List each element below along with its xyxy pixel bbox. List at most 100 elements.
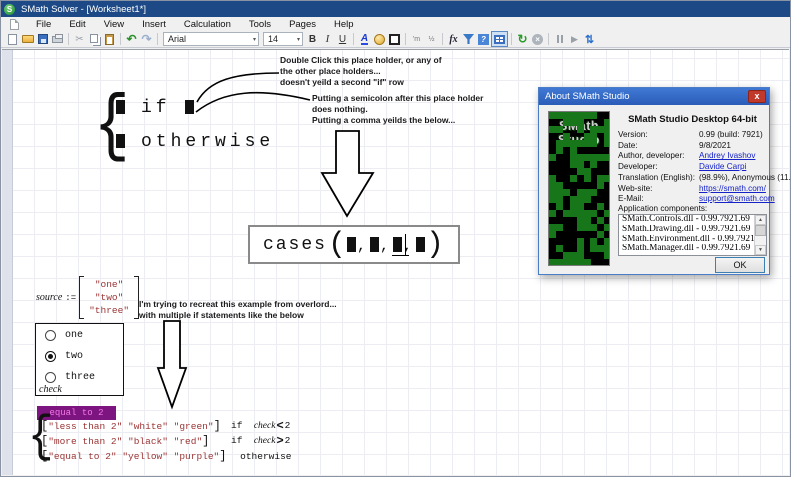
- menu-calculation[interactable]: Calculation: [175, 19, 240, 30]
- menu-view[interactable]: View: [95, 19, 133, 30]
- font-size-value: 14: [268, 34, 278, 44]
- italic-button[interactable]: I: [320, 32, 335, 46]
- close-button[interactable]: x: [748, 90, 766, 103]
- cut-button[interactable]: ✂: [72, 32, 87, 46]
- scrollbar-thumb[interactable]: [755, 225, 766, 236]
- note-line: doesn't yeild a second "if" row: [280, 77, 442, 88]
- scrollbar[interactable]: ▲ ▼: [754, 215, 766, 255]
- placeholder[interactable]: [116, 100, 125, 114]
- condition: if check>2: [231, 434, 290, 448]
- filter-button[interactable]: [461, 32, 476, 46]
- font-color-button[interactable]: A: [357, 32, 372, 46]
- list-item[interactable]: SMath.Drawing.dll - 0.99.7921.69: [619, 225, 766, 235]
- string-value: "red": [174, 436, 203, 447]
- if-otherwise-expression[interactable]: { if otherwise: [98, 90, 288, 170]
- worksheet-canvas[interactable]: Double Click this place holder, or any o…: [2, 49, 789, 475]
- auto-calc-button[interactable]: ⇅: [582, 32, 597, 46]
- radio-option-two[interactable]: two: [45, 351, 83, 362]
- show-grid-toggle[interactable]: [491, 31, 508, 47]
- open-button[interactable]: [20, 32, 35, 46]
- new-button[interactable]: [5, 32, 20, 46]
- source-definition[interactable]: source := "one" "two" "three": [36, 276, 139, 319]
- recalculate-button[interactable]: ↻: [515, 32, 530, 46]
- underline-button[interactable]: U: [335, 32, 350, 46]
- scroll-up-icon[interactable]: ▲: [755, 215, 766, 225]
- radio-icon[interactable]: [45, 330, 56, 341]
- system-expression[interactable]: { ["less than 2" "white" "green"] if che…: [30, 417, 330, 467]
- placeholder[interactable]: [416, 237, 425, 252]
- string-value: "green": [174, 421, 214, 432]
- insert-function-button[interactable]: fx: [446, 32, 461, 46]
- menu-edit[interactable]: Edit: [60, 19, 94, 30]
- assistance-button[interactable]: ?: [476, 32, 491, 46]
- fraction-button[interactable]: ½: [424, 32, 439, 46]
- font-color-icon: A: [361, 34, 368, 45]
- placeholder[interactable]: [116, 134, 125, 148]
- note-line: the other place holders...: [280, 66, 442, 77]
- if-keyword: if: [231, 420, 242, 431]
- placeholder[interactable]: [370, 237, 379, 252]
- components-listbox[interactable]: SMath.Controls.dll - 0.99.7921.69 SMath.…: [618, 214, 767, 256]
- note-double-click: Double Click this place holder, or any o…: [280, 55, 442, 88]
- developer-link[interactable]: Davide Carpi: [699, 162, 746, 171]
- menu-pages[interactable]: Pages: [280, 19, 325, 30]
- menu-tools[interactable]: Tools: [240, 19, 280, 30]
- app-icon: S: [4, 4, 15, 15]
- grid-icon: [494, 35, 505, 44]
- stop-button[interactable]: ×: [530, 32, 545, 46]
- window-titlebar[interactable]: S SMath Solver - [Worksheet1*]: [1, 1, 790, 17]
- product-name: SMath Studio Desktop 64-bit: [618, 114, 767, 125]
- menu-bar: File Edit View Insert Calculation Tools …: [1, 17, 790, 31]
- scroll-down-icon[interactable]: ▼: [755, 245, 766, 255]
- radio-button-control: one two three check: [35, 323, 124, 396]
- comparison-value: 2: [285, 435, 291, 446]
- list-item[interactable]: SMath.Manager.dll - 0.99.7921.69: [619, 244, 766, 254]
- border-button[interactable]: [387, 32, 402, 46]
- radio-icon[interactable]: [45, 372, 56, 383]
- new-page-icon: [8, 34, 17, 45]
- comma: ,: [357, 238, 366, 255]
- placeholder[interactable]: [347, 237, 356, 252]
- background-color-button[interactable]: [372, 32, 387, 46]
- redo-button[interactable]: ↷: [139, 32, 154, 46]
- pause-button[interactable]: [552, 32, 567, 46]
- note-recreate: I'm trying to recreat this example from …: [139, 299, 337, 321]
- insert-unit-button[interactable]: 'm: [409, 32, 424, 46]
- matrix-item: "three": [89, 304, 129, 317]
- font-name-select[interactable]: Arial ▾: [163, 32, 259, 46]
- radio-label: three: [65, 372, 95, 383]
- list-item[interactable]: SMath.Environment.dll - 0.99.7921.69: [619, 235, 766, 245]
- assign-operator: :=: [65, 293, 76, 303]
- radio-selected-icon[interactable]: [45, 351, 56, 362]
- website-link[interactable]: https://smath.com/: [699, 184, 766, 193]
- ok-button[interactable]: OK: [715, 257, 765, 273]
- menu-help[interactable]: Help: [325, 19, 363, 30]
- menu-insert[interactable]: Insert: [133, 19, 175, 30]
- dialog-titlebar[interactable]: About SMath Studio: [539, 88, 769, 105]
- otherwise-keyword: otherwise: [240, 451, 291, 462]
- comparison-value: 2: [285, 420, 291, 431]
- print-button[interactable]: [50, 32, 65, 46]
- play-button[interactable]: ▶: [567, 32, 582, 46]
- cases-expression[interactable]: cases ( , , , ): [248, 225, 460, 264]
- save-button[interactable]: [35, 32, 50, 46]
- email-link[interactable]: support@smath.com: [699, 194, 775, 203]
- radio-option-three[interactable]: three: [45, 372, 95, 383]
- stop-icon: ×: [532, 34, 543, 45]
- placeholder-with-cursor[interactable]: [393, 237, 402, 252]
- vector-bracket: ]: [219, 449, 226, 463]
- comparison-operator: >: [275, 434, 284, 448]
- field-value: 9/8/2021: [699, 141, 731, 150]
- note-line: Putting a semicolon after this place hol…: [312, 93, 483, 104]
- radio-option-one[interactable]: one: [45, 330, 83, 341]
- font-size-select[interactable]: 14 ▾: [263, 32, 303, 46]
- toolbar-separator: [157, 33, 158, 45]
- copy-button[interactable]: [87, 32, 102, 46]
- undo-button[interactable]: ↶: [124, 32, 139, 46]
- paste-button[interactable]: [102, 32, 117, 46]
- author-link[interactable]: Andrey Ivashov: [699, 151, 755, 160]
- menu-file[interactable]: File: [27, 19, 60, 30]
- list-item[interactable]: SMath.Controls.dll - 0.99.7921.69: [619, 215, 766, 225]
- bold-button[interactable]: B: [305, 32, 320, 46]
- placeholder[interactable]: [185, 100, 194, 114]
